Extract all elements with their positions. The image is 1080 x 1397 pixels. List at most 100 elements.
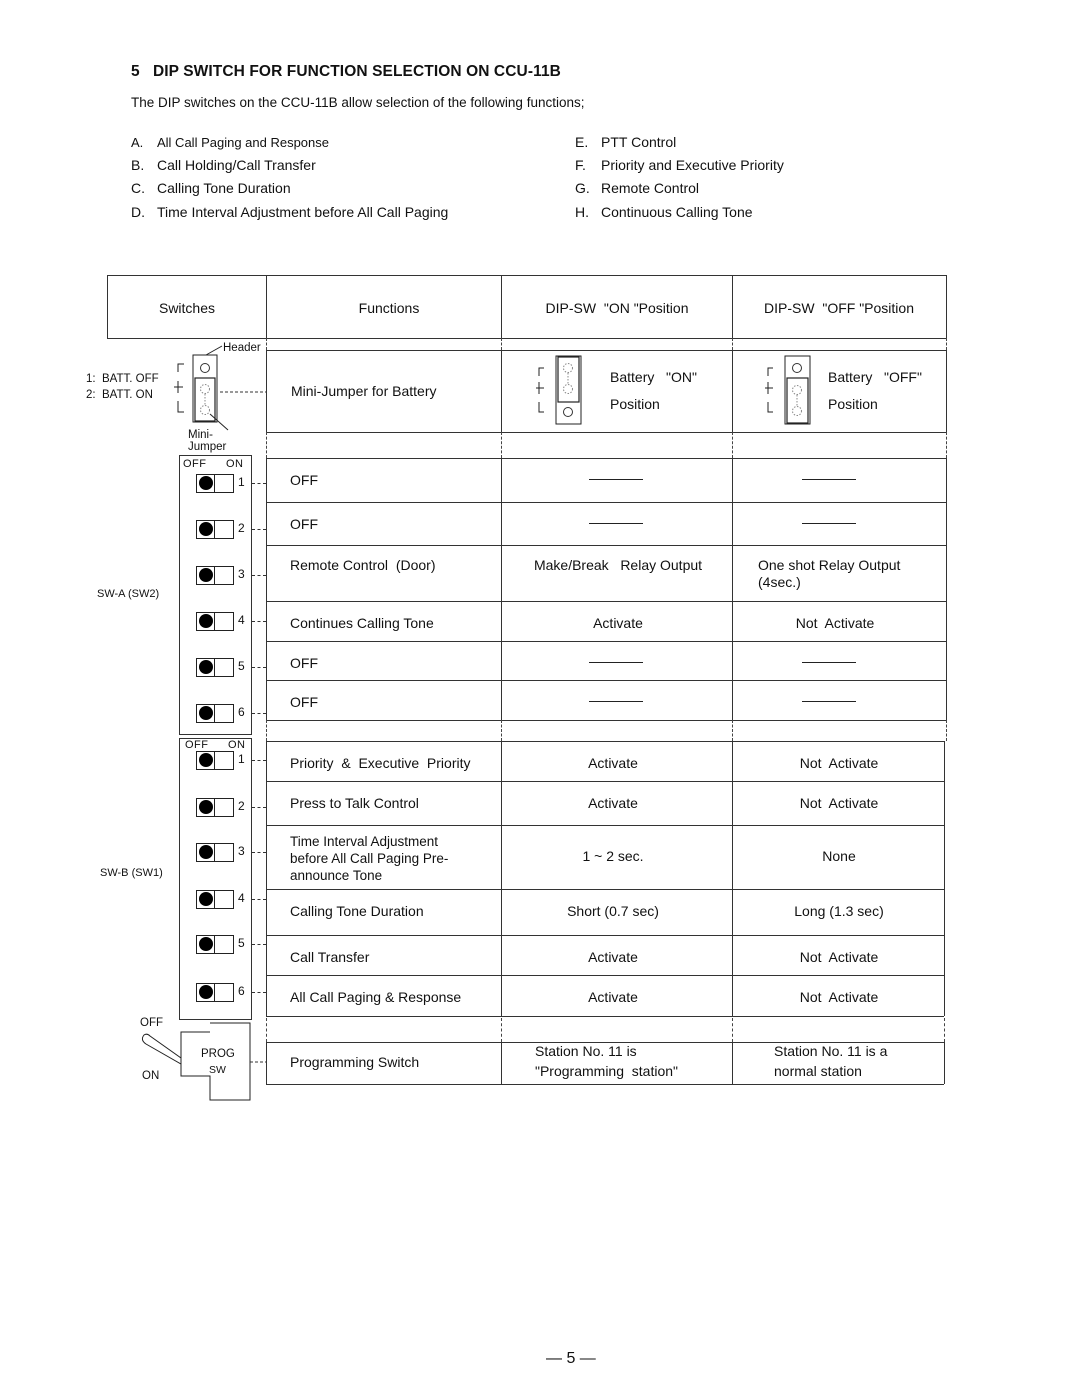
column-border — [266, 975, 267, 1016]
column-border — [501, 641, 502, 680]
function-list-item: C. Calling Tone Duration — [131, 180, 291, 197]
switch-number: 1 — [238, 475, 245, 489]
prog-sw-label-1: PROG — [201, 1048, 235, 1060]
pin-circle — [200, 363, 210, 373]
row-off-value: Not Activate — [795, 615, 875, 631]
row-border — [266, 781, 944, 782]
switch-knob-icon — [199, 937, 213, 951]
column-border — [266, 502, 267, 545]
on-value-none — [589, 662, 643, 663]
column-border — [732, 502, 733, 545]
off-value-none — [802, 523, 856, 524]
switch-number: 3 — [238, 844, 245, 858]
leader-line — [252, 713, 266, 714]
jumper-on-text-2: Position — [610, 396, 660, 412]
function-list-item: E. PTT Control — [575, 134, 677, 150]
sw-b-switch-2[interactable] — [196, 798, 234, 817]
column-border — [266, 889, 267, 935]
row-function: OFF — [290, 516, 318, 532]
sw-a-switch-5[interactable] — [196, 658, 234, 677]
prog-on-line-2: "Programming station" — [535, 1063, 678, 1079]
sw-b-switch-6[interactable] — [196, 983, 234, 1002]
sw-a-switch-4[interactable] — [196, 612, 234, 631]
column-border — [732, 680, 733, 720]
sw-b-dip-switch — [179, 738, 252, 1020]
row-off-value: Not Activate — [799, 989, 879, 1005]
leader-line — [252, 621, 266, 622]
jumper-off-text-1: Battery "OFF" — [828, 369, 922, 385]
function-list-item: H. Continuous Calling Tone — [575, 203, 753, 220]
jumper-on-position-icon — [536, 355, 582, 425]
on-value-none — [589, 523, 643, 524]
sw-b-switch-3[interactable] — [196, 843, 234, 862]
leader-line — [252, 992, 266, 993]
row-border — [266, 1016, 944, 1017]
jumper-on-text-1: Battery "ON" — [610, 369, 697, 385]
leader-line — [252, 944, 266, 945]
row-function: Priority & Executive Priority — [290, 755, 471, 771]
row-border — [266, 545, 946, 546]
column-border — [266, 935, 267, 975]
sw-b-on-label: ON — [228, 739, 246, 751]
column-border — [946, 641, 947, 680]
switch-knob-icon — [199, 522, 213, 536]
switch-number: 6 — [238, 705, 245, 719]
leader-line — [252, 529, 266, 530]
sw-a-switch-3[interactable] — [196, 566, 234, 585]
table-border — [107, 275, 946, 276]
row-off-value: Not Activate — [799, 755, 879, 771]
row-on-value: Activate — [588, 949, 638, 965]
sw-b-switch-5[interactable] — [196, 935, 234, 954]
prog-switch-icon — [141, 1022, 266, 1101]
header-on-position: DIP-SW "ON "Position — [545, 300, 689, 316]
switch-number: 3 — [238, 567, 245, 581]
switch-knob-icon — [199, 614, 213, 628]
batt-on-label: 2: BATT. ON — [86, 389, 153, 401]
prog-on-line-1: Station No. 11 is — [535, 1043, 637, 1059]
column-border — [501, 502, 502, 545]
row-off-value: Not Activate — [799, 949, 879, 965]
page-number: — 5 — — [546, 1350, 596, 1367]
switch-number: 5 — [238, 659, 245, 673]
row-on-value: Make/Break Relay Output — [533, 557, 703, 573]
switch-knob-icon — [199, 476, 213, 490]
sw-b-switch-4[interactable] — [196, 890, 234, 909]
column-border — [732, 641, 733, 680]
row-function: Continues Calling Tone — [290, 615, 434, 631]
row-function: OFF — [290, 472, 318, 488]
column-border — [266, 458, 267, 502]
row-border — [266, 458, 946, 459]
function-list-left: A. All Call Paging and Response B. Call Ho… — [131, 131, 448, 224]
header-off-position: DIP-SW "OFF "Position — [764, 300, 914, 316]
switch-number: 5 — [238, 936, 245, 950]
on-value-none — [589, 479, 643, 480]
switch-number: 2 — [238, 521, 245, 535]
column-border — [266, 741, 267, 781]
row-function: All Call Paging & Response — [290, 989, 462, 1005]
sw-a-switch-2[interactable] — [196, 520, 234, 539]
sw-a-switch-6[interactable] — [196, 704, 234, 723]
jumper-off-text-2: Position — [828, 396, 878, 412]
pin-circle-covered — [200, 384, 210, 394]
on-value-none — [589, 701, 643, 702]
row-function: Time Interval Adjustment before All Call … — [290, 834, 449, 883]
row-function: Press to Talk Control — [290, 795, 419, 811]
switch-knob-icon — [199, 892, 213, 906]
jumper-function: Mini-Jumper for Battery — [291, 383, 437, 399]
sw-b-switch-1[interactable] — [196, 751, 234, 770]
sw-a-switch-1[interactable] — [196, 474, 234, 493]
row-border — [266, 741, 944, 742]
function-list-item: G. Remote Control — [575, 180, 700, 197]
function-list-right: E. PTT Control F. Priority and Executive P… — [575, 131, 784, 224]
function-list-item: B. Call Holding/Call Transfer — [131, 157, 316, 174]
sw-b-off-label: OFF — [185, 739, 209, 751]
column-border — [732, 458, 733, 502]
column-border — [946, 458, 947, 502]
column-border — [266, 601, 267, 641]
leader-line — [252, 807, 266, 808]
row-on-value: Activate — [593, 615, 643, 631]
row-on-value: Activate — [588, 755, 638, 771]
spacer-border — [946, 720, 947, 741]
switch-number: 1 — [238, 752, 245, 766]
row-function: Call Transfer — [290, 949, 370, 965]
